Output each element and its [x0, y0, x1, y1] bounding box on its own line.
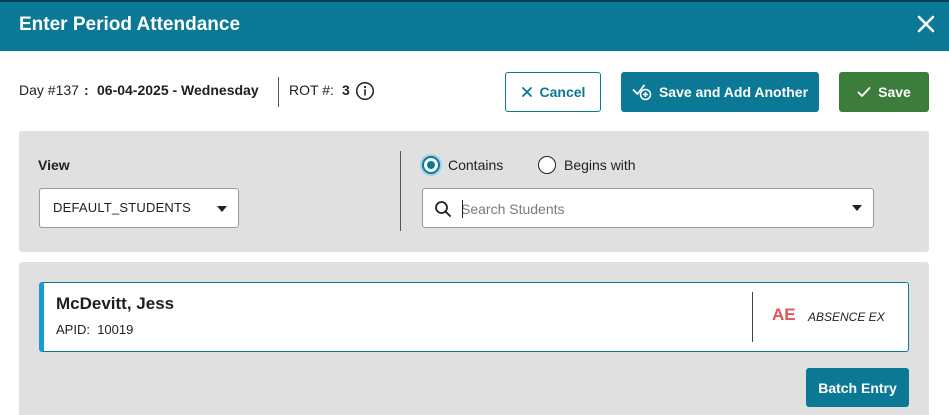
apid-value: 10019 [97, 322, 134, 337]
dialog-title: Enter Period Attendance [19, 14, 241, 35]
save-and-add-another-label: Save and Add Another [658, 84, 809, 100]
save-and-add-another-button[interactable]: Save and Add Another [621, 72, 819, 112]
student-name: McDevitt, Jess [56, 294, 175, 313]
check-plus-icon [632, 84, 652, 101]
apid-label: APID: [56, 322, 90, 337]
search-icon [435, 201, 451, 217]
student-card[interactable]: McDevitt, Jess APID: 10019 AE ABSENCE EX [39, 282, 909, 352]
x-icon [521, 87, 532, 97]
info-icon[interactable] [355, 81, 375, 101]
cancel-button[interactable]: Cancel [505, 72, 601, 112]
header-top-border [0, 0, 949, 2]
filter-divider [400, 151, 401, 231]
radio-contains-label: Contains [448, 157, 504, 173]
student-apid: APID: 10019 [56, 322, 133, 337]
text-cursor [462, 200, 463, 218]
cancel-label: Cancel [539, 84, 586, 100]
chevron-down-icon[interactable] [852, 205, 862, 211]
radio-begins-with[interactable]: Begins with [538, 156, 636, 174]
student-search-combobox[interactable] [422, 188, 874, 228]
radio-begins-with-label: Begins with [564, 157, 636, 173]
day-date: 06-04-2025 - Wednesday [97, 82, 259, 98]
chevron-down-icon [217, 206, 227, 212]
view-label: View [38, 157, 70, 173]
radio-contains-dot[interactable] [422, 156, 440, 174]
dialog-header: Enter Period Attendance [0, 0, 949, 51]
rot-value: 3 [342, 82, 350, 98]
filter-panel: View DEFAULT_STUDENTS Contains Begins wi… [19, 131, 929, 252]
attendance-description: ABSENCE EX [808, 310, 885, 324]
students-panel: McDevitt, Jess APID: 10019 AE ABSENCE EX… [19, 262, 929, 415]
rot-label: ROT #: [289, 82, 334, 98]
attendance-code: AE [772, 305, 796, 324]
batch-entry-button[interactable]: Batch Entry [806, 368, 909, 407]
day-separator: : [84, 82, 89, 98]
radio-begins-with-dot[interactable] [538, 156, 556, 174]
check-icon [857, 87, 871, 97]
search-input[interactable] [461, 197, 841, 221]
view-select-value: DEFAULT_STUDENTS [53, 200, 192, 215]
view-select[interactable]: DEFAULT_STUDENTS [39, 188, 239, 228]
card-divider [752, 292, 753, 342]
close-icon[interactable] [914, 12, 938, 36]
radio-contains[interactable]: Contains [422, 156, 503, 174]
info-divider [278, 77, 279, 107]
day-number: Day #137 [19, 82, 79, 98]
save-button[interactable]: Save [839, 72, 929, 112]
save-label: Save [878, 84, 911, 100]
